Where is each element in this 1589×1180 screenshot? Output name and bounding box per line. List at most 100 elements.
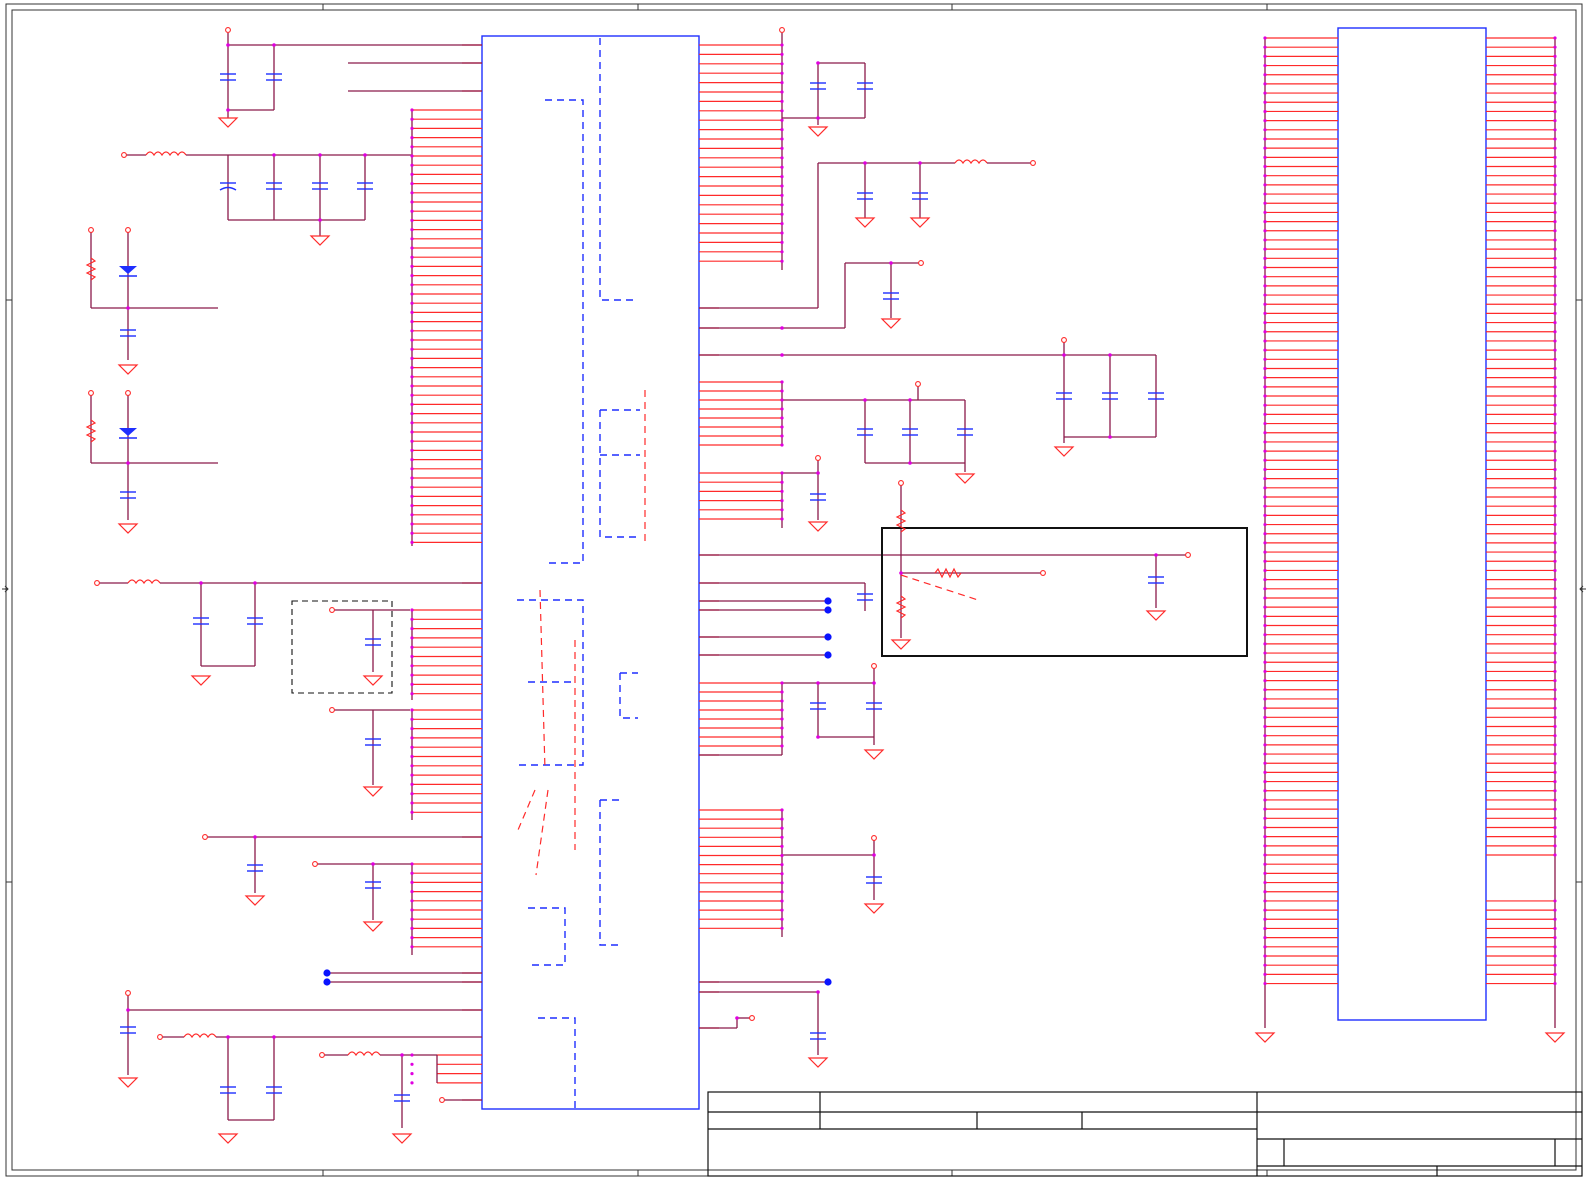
ground-symbol (880, 318, 902, 329)
junction-dot (1553, 587, 1557, 591)
port-marker (312, 861, 318, 867)
junction-dot (1263, 412, 1267, 416)
junction-dot (410, 871, 414, 875)
junction-dot (371, 862, 375, 866)
junction-dot (1553, 596, 1557, 600)
junction-dot (780, 165, 784, 169)
junction-dot (1263, 311, 1267, 315)
junction-dot (1263, 229, 1267, 233)
junction-dot (908, 461, 912, 465)
junction-dot (410, 182, 414, 186)
junction-dot (410, 228, 414, 232)
junction-dot (780, 708, 784, 712)
junction-dot (1553, 36, 1557, 40)
junction-dot (1553, 394, 1557, 398)
junction-dot (226, 108, 230, 112)
junction-dot (318, 153, 322, 157)
junction-dot (1263, 596, 1267, 600)
junction-dot (872, 853, 876, 857)
junction-dot (1553, 568, 1557, 573)
junction-dot (1553, 440, 1557, 444)
junction-dot (780, 480, 784, 484)
junction-dot (1263, 936, 1267, 940)
junction-dot (410, 682, 414, 687)
junction-dot (735, 1016, 739, 1020)
port-marker (918, 260, 924, 266)
junction-dot (780, 52, 784, 57)
junction-dot (410, 890, 414, 894)
junction-dot (1553, 45, 1557, 49)
junction-dot (1263, 467, 1267, 472)
junction-dot (410, 692, 414, 696)
junction-dot (1553, 339, 1557, 343)
junction-dot (1263, 320, 1267, 325)
junction-dot (1263, 284, 1267, 288)
junction-dot (1263, 164, 1267, 169)
junction-dot (1553, 963, 1557, 967)
junction-dot (780, 699, 784, 703)
port-marker (815, 455, 821, 461)
junction-dot (1553, 522, 1557, 527)
junction-dot (1553, 431, 1557, 435)
junction-dot (1263, 458, 1267, 462)
junction-dot (410, 673, 414, 677)
junction-dot (816, 116, 820, 120)
junction-dot (780, 853, 784, 858)
junction-dot (1263, 623, 1267, 628)
junction-dot (780, 43, 784, 47)
junction-dot (1553, 82, 1557, 86)
junction-dot (780, 835, 784, 839)
junction-dot (1263, 981, 1267, 986)
port-marker (157, 1034, 163, 1040)
junction-dot (780, 499, 784, 503)
junction-dot (410, 782, 414, 787)
junction-dot (816, 471, 820, 475)
junction-dot (410, 292, 414, 296)
junction-dot (410, 264, 414, 268)
junction-dot (1553, 651, 1557, 655)
port-marker (1040, 570, 1046, 576)
junction-dot (1263, 954, 1267, 958)
ground-symbol (391, 1133, 413, 1144)
junction-dot (780, 872, 784, 876)
ground-symbol (362, 921, 384, 932)
junction-dot (1263, 761, 1267, 765)
junction-dot (1553, 155, 1557, 159)
main-ic-right-pins (699, 44, 782, 1029)
junction-dot (126, 306, 130, 310)
junction-dot (226, 1035, 230, 1039)
junction-dot (1263, 734, 1267, 738)
top-left-decoupling (124, 33, 482, 236)
junction-dot (1553, 302, 1557, 306)
junction-dot (410, 439, 414, 443)
junction-dot (410, 476, 414, 480)
junction-dot (1553, 844, 1557, 848)
junction-dot (1553, 320, 1557, 325)
ground-symbol (362, 786, 384, 797)
connection-dot (824, 606, 832, 614)
junction-dot (1263, 844, 1267, 848)
junction-dot (1553, 458, 1557, 462)
junction-dot (780, 471, 784, 475)
junction-dot (1553, 192, 1557, 196)
junction-dot (780, 81, 784, 85)
junction-dot (780, 71, 784, 75)
junction-dot (1263, 807, 1267, 811)
junction-dot (1553, 73, 1557, 77)
junction-dot (1553, 91, 1557, 95)
junction-dot (1263, 972, 1267, 976)
junction-dot (410, 773, 414, 777)
junction-dot (1553, 229, 1557, 233)
junction-dot (400, 1053, 404, 1057)
junction-dot (780, 890, 784, 894)
junction-dot (780, 109, 784, 113)
port-marker (125, 227, 131, 233)
junction-dot (410, 1072, 414, 1076)
junction-dot (780, 380, 784, 384)
junction-dot (410, 485, 414, 489)
junction-dot (1553, 853, 1557, 857)
junction-dot (253, 835, 257, 839)
junction-dot (1553, 669, 1557, 674)
junction-dot (1263, 385, 1267, 389)
junction-dot (410, 792, 414, 796)
